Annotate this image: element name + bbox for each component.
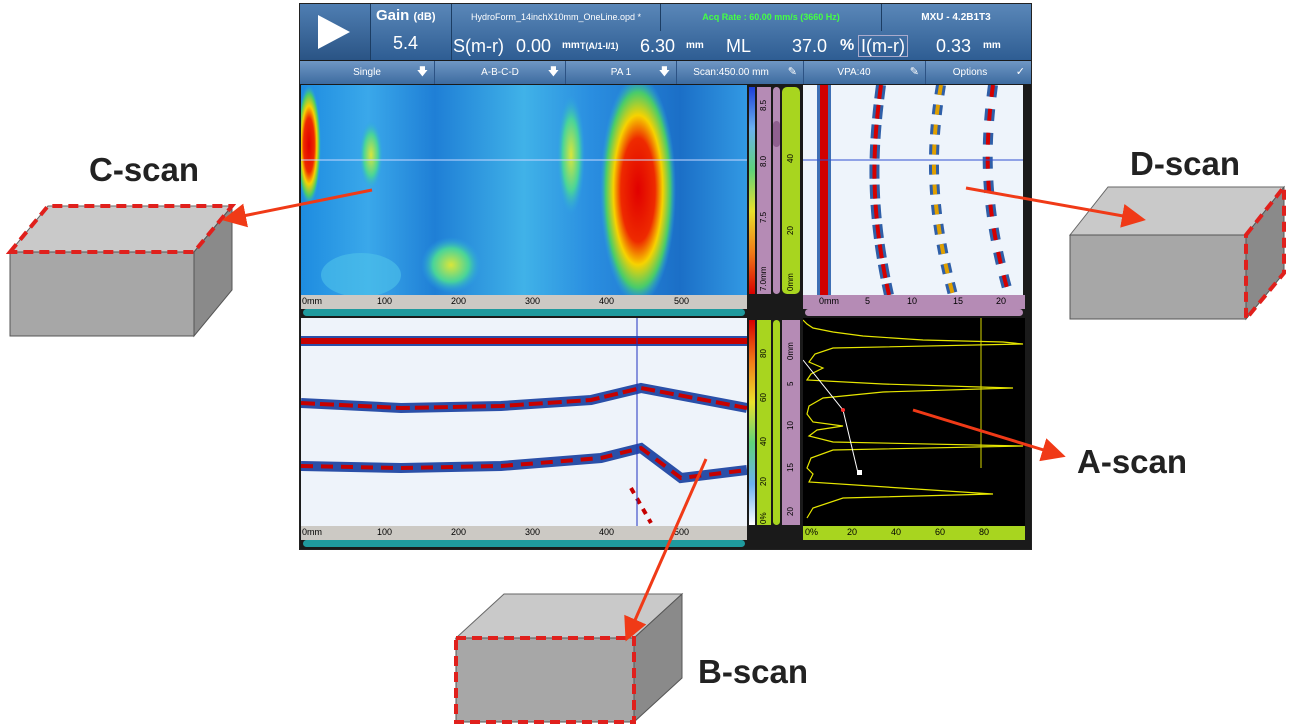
c-scan-arrow bbox=[222, 188, 373, 228]
annotation-arrows bbox=[222, 186, 1146, 642]
d-scan-arrow bbox=[965, 186, 1146, 228]
b-scan-arrow bbox=[624, 458, 708, 642]
a-scan-arrow bbox=[912, 408, 1066, 462]
